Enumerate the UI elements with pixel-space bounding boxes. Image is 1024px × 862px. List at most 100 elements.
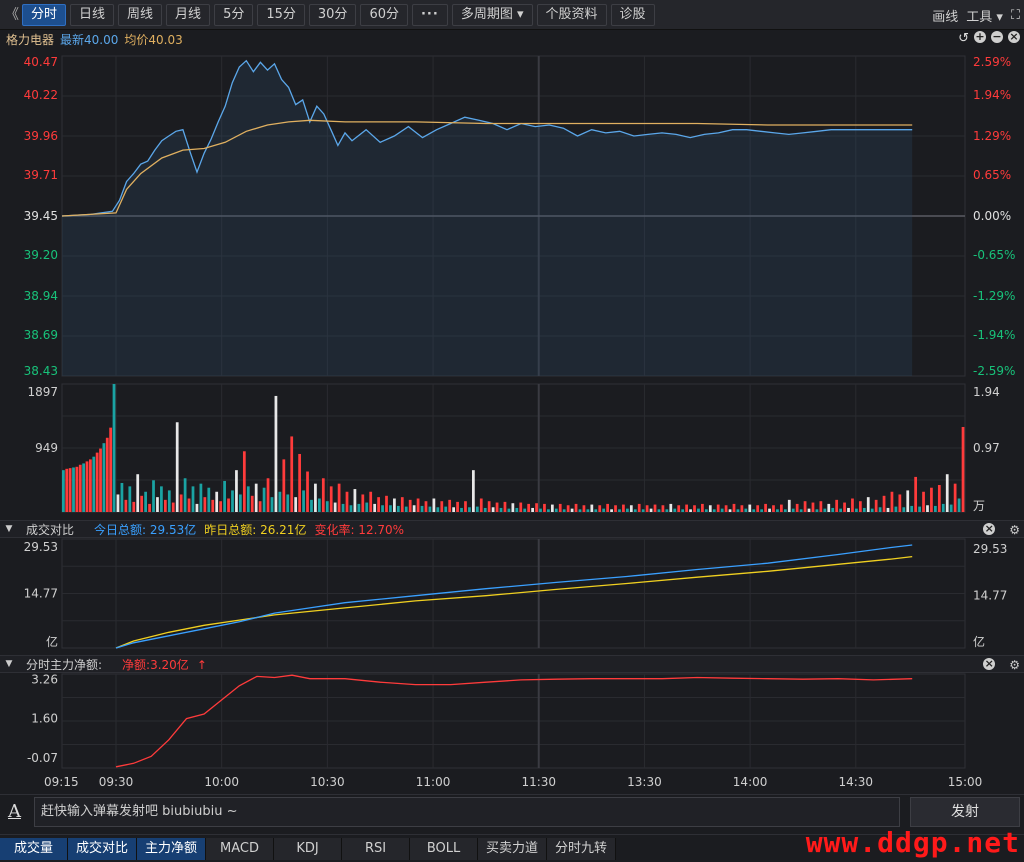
volume-bar <box>152 480 155 512</box>
volume-bar <box>918 506 921 512</box>
watermark: www.ddgp.net <box>805 826 1020 859</box>
volume-bar <box>807 508 811 512</box>
tab-nine-turn[interactable]: 分时九转 <box>547 838 617 860</box>
volume-bar <box>278 491 282 512</box>
send-button[interactable]: 发射 <box>910 797 1020 827</box>
price-tick-label: 39.71 <box>24 168 58 182</box>
price-tick-label: 39.96 <box>24 129 58 143</box>
zoom-out-icon[interactable]: − <box>991 31 1003 43</box>
caret-down-icon: ▾ <box>516 7 524 22</box>
volume-bar <box>306 471 309 512</box>
volume-bar <box>937 485 941 512</box>
volume-bar <box>385 495 388 512</box>
tab-kdj[interactable]: KDJ <box>274 838 343 860</box>
volume-bar <box>148 503 151 512</box>
volume-bar <box>207 487 211 512</box>
period-tab-30min[interactable]: 30分 <box>308 4 357 26</box>
volume-bar <box>704 509 708 512</box>
volume-bar <box>515 507 519 512</box>
volume-bar <box>629 505 633 512</box>
volume-bar <box>831 507 835 512</box>
period-tab-monthly[interactable]: 月线 <box>166 4 211 26</box>
volume-bar <box>254 483 258 512</box>
volume-bar <box>389 505 392 512</box>
triangle-down-icon[interactable]: ▼ <box>0 524 18 534</box>
volume-bar <box>851 498 854 512</box>
volume-bar <box>566 505 570 512</box>
tab-compare[interactable]: 成交对比 <box>68 838 138 860</box>
price-tick-label: 39.20 <box>24 248 58 262</box>
volume-bar <box>586 509 590 512</box>
volume-bar <box>345 491 349 512</box>
more-periods-button[interactable]: ··· <box>411 4 448 26</box>
intraday-chart[interactable]: 40.47 40.22 39.96 39.71 39.45 39.20 38.94 38.69… <box>0 48 1024 794</box>
stock-profile-button[interactable]: 个股资料 <box>536 4 607 26</box>
period-tab-5min[interactable]: 5分 <box>214 4 254 26</box>
volume-bar <box>712 509 716 512</box>
zoom-in-icon[interactable]: + <box>974 31 986 43</box>
volume-bar <box>381 505 384 512</box>
volume-bar <box>953 483 957 512</box>
tools-dropdown[interactable]: 工具 ▾ <box>966 6 1003 25</box>
double-chevron-left-icon[interactable]: 《 <box>2 4 22 26</box>
tab-macd[interactable]: MACD <box>206 838 275 860</box>
volume-bar <box>302 490 305 512</box>
volume-bar <box>716 504 720 512</box>
period-tab-intraday[interactable]: 分时 <box>22 4 67 26</box>
period-tab-60min[interactable]: 60分 <box>360 4 408 26</box>
volume-bar <box>132 501 136 512</box>
compare-unit-label: 亿 <box>46 634 58 649</box>
period-tab-daily[interactable]: 日线 <box>70 4 115 26</box>
compare-header: ▼ 成交对比 今日总额: 29.53亿 昨日总额: 26.21亿 变化率: 12… <box>0 520 1024 538</box>
time-tick-label: 10:30 <box>310 775 345 789</box>
volume-bar-auction <box>112 384 116 512</box>
volume-bar <box>772 505 775 512</box>
volume-bar <box>866 497 870 512</box>
diagnose-button[interactable]: 诊股 <box>610 4 655 26</box>
close-icon[interactable]: × <box>983 658 996 670</box>
volume-bar-auction <box>95 452 99 512</box>
volume-bar <box>787 499 791 512</box>
volume-bar <box>594 509 598 512</box>
gear-icon[interactable]: ⚙ <box>1009 523 1020 537</box>
volume-bar <box>886 507 890 512</box>
volume-tick-label: 949 <box>35 441 58 455</box>
close-icon[interactable]: × <box>1008 31 1020 43</box>
close-icon[interactable]: × <box>983 523 996 535</box>
volume-bar <box>266 478 270 512</box>
triangle-down-icon[interactable]: ▼ <box>0 659 18 669</box>
top-toolbar: 《 分时 日线 周线 月线 5分 15分 30分 60分 ··· 多周期图 ▾ … <box>0 0 1024 30</box>
volume-bar <box>550 504 554 512</box>
draw-line-button[interactable]: 画线 <box>932 6 958 25</box>
price-tick-label: 38.43 <box>24 364 58 378</box>
volume-bar <box>479 498 483 512</box>
period-tab-weekly[interactable]: 周线 <box>118 4 163 26</box>
fullscreen-icon[interactable]: ⛶ <box>1011 8 1020 23</box>
danmaku-input[interactable]: 赶快输入弹幕发射吧 biubiubiu ~ <box>34 797 900 827</box>
volume-bar <box>673 508 677 512</box>
tab-netflow[interactable]: 主力净额 <box>137 838 207 860</box>
gear-icon[interactable]: ⚙ <box>1009 658 1020 672</box>
volume-bar <box>468 507 471 512</box>
volume-bar <box>898 494 902 512</box>
volume-bar <box>412 505 416 512</box>
volume-bar <box>748 504 752 512</box>
tab-volume[interactable]: 成交量 <box>0 838 68 860</box>
volume-bar <box>436 507 440 512</box>
volume-bar <box>531 507 534 512</box>
volume-bar <box>239 494 242 512</box>
volume-bar <box>539 508 542 512</box>
undo-icon[interactable]: ↺ <box>958 31 969 46</box>
volume-bar <box>590 504 594 512</box>
percent-tick-label: -2.59% <box>973 364 1015 378</box>
period-tab-15min[interactable]: 15分 <box>257 4 305 26</box>
compare-tick-label: 14.77 <box>24 587 58 601</box>
volume-bar <box>144 491 147 512</box>
volume-bar <box>460 507 463 512</box>
tab-buy-sell-power[interactable]: 买卖力道 <box>478 838 548 860</box>
tab-boll[interactable]: BOLL <box>410 838 479 860</box>
multi-period-dropdown[interactable]: 多周期图 ▾ <box>451 4 533 26</box>
font-a-icon[interactable]: A <box>8 801 21 822</box>
volume-bar <box>163 499 167 512</box>
tab-rsi[interactable]: RSI <box>342 838 411 860</box>
